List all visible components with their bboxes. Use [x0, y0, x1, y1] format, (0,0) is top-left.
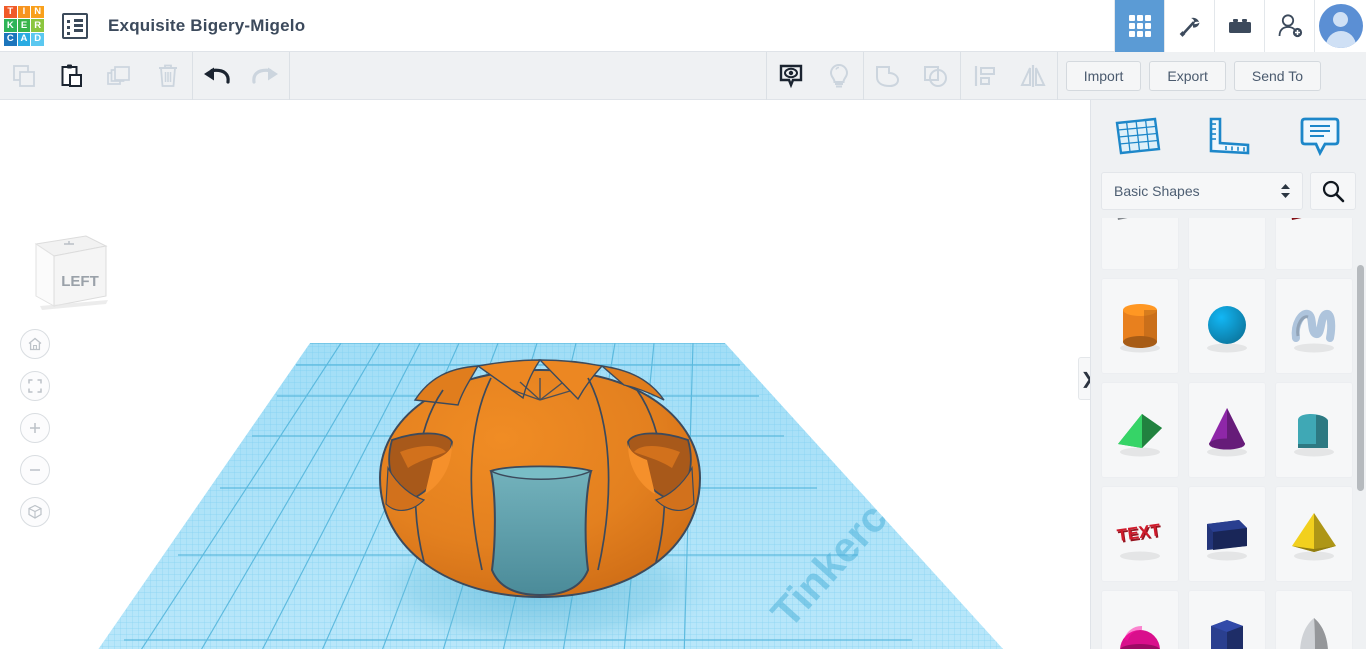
- logo-tile-c: C: [4, 33, 17, 46]
- zoom-out-icon[interactable]: [20, 455, 50, 485]
- shape-category-value: Basic Shapes: [1114, 183, 1200, 199]
- search-icon: [1321, 179, 1345, 203]
- notes-icon[interactable]: [1274, 100, 1366, 172]
- duplicate-icon[interactable]: [96, 52, 144, 100]
- shape-category-select[interactable]: Basic Shapes: [1101, 172, 1303, 210]
- group-icon[interactable]: [864, 52, 912, 100]
- pickaxe-icon[interactable]: [1164, 0, 1214, 52]
- shape-red-wedge[interactable]: [1275, 218, 1353, 270]
- logo-tile-d: D: [31, 33, 44, 46]
- shape-yellow-pyramid[interactable]: [1275, 486, 1353, 582]
- shape-gray-wedge[interactable]: [1101, 218, 1179, 270]
- shape-navy-hexprism[interactable]: [1188, 590, 1266, 649]
- import-button[interactable]: Import: [1066, 61, 1142, 91]
- redo-icon[interactable]: [241, 52, 289, 100]
- view-navigation-controls: [20, 329, 50, 527]
- design-title[interactable]: Exquisite Bigery-Migelo: [108, 16, 305, 36]
- header-actions: [1114, 0, 1366, 52]
- view-cube-label: LEFT: [61, 273, 99, 290]
- history-tools: [193, 52, 289, 100]
- io-buttons: Import Export Send To: [1058, 61, 1366, 91]
- export-button[interactable]: Export: [1149, 61, 1225, 91]
- workplane-icon[interactable]: [1091, 100, 1183, 172]
- ortho-perspective-icon[interactable]: [20, 497, 50, 527]
- tinkercad-logo[interactable]: TIN KER CAD: [4, 6, 44, 46]
- shape-teal-roof[interactable]: [1275, 382, 1353, 478]
- shape-purple-cone[interactable]: [1188, 382, 1266, 478]
- 3d-viewport[interactable]: Tinkercad: [0, 100, 1090, 649]
- panel-tool-icons: [1091, 100, 1366, 172]
- gallery-grid-icon[interactable]: [1114, 0, 1164, 52]
- paste-icon[interactable]: [48, 52, 96, 100]
- logo-tile-e: E: [18, 19, 31, 32]
- undo-icon[interactable]: [193, 52, 241, 100]
- edit-toolbar: Import Export Send To: [0, 52, 1366, 100]
- shape-red-text[interactable]: TEXTTEXT: [1101, 486, 1179, 582]
- shape-blue-sphere[interactable]: [1188, 278, 1266, 374]
- zoom-in-icon[interactable]: [20, 413, 50, 443]
- shapes-panel: Basic Shapes TEXTTEXT: [1090, 100, 1366, 649]
- lego-brick-icon[interactable]: [1214, 0, 1264, 52]
- copy-icon[interactable]: [0, 52, 48, 100]
- shapes-scroll-area[interactable]: TEXTTEXT: [1091, 218, 1366, 649]
- send-to-button[interactable]: Send To: [1234, 61, 1321, 91]
- shapes-scrollbar-thumb[interactable]: [1357, 265, 1364, 491]
- align-icon[interactable]: [961, 52, 1009, 100]
- shape-orange-cylinder[interactable]: [1101, 278, 1179, 374]
- lightbulb-icon[interactable]: [815, 52, 863, 100]
- top-header-bar: TIN KER CAD Exquisite Bigery-Migelo: [0, 0, 1366, 52]
- fit-all-icon[interactable]: [20, 371, 50, 401]
- search-shapes-button[interactable]: [1310, 172, 1356, 210]
- logo-tile-t: T: [4, 6, 17, 19]
- list-properties-icon[interactable]: [62, 13, 88, 39]
- view-tools: [767, 52, 1057, 100]
- logo-tile-a: A: [18, 33, 31, 46]
- home-view-icon[interactable]: [20, 329, 50, 359]
- show-hide-eye-icon[interactable]: [767, 52, 815, 100]
- shape-green-wedge[interactable]: [1101, 382, 1179, 478]
- logo-tile-i: I: [18, 6, 31, 19]
- shape-magenta-hemisphere[interactable]: [1101, 590, 1179, 649]
- invite-user-icon[interactable]: [1264, 0, 1314, 52]
- view-cube[interactable]: LEFT: [28, 222, 114, 319]
- mirror-flip-icon[interactable]: [1009, 52, 1057, 100]
- tinkercad-editor: TIN KER CAD Exquisite Bigery-Migelo: [0, 0, 1366, 649]
- logo-tile-r: R: [31, 19, 44, 32]
- shape-white-paraboloid[interactable]: [1275, 590, 1353, 649]
- ungroup-icon[interactable]: [912, 52, 960, 100]
- shape-gray-dome[interactable]: [1188, 218, 1266, 270]
- shape-library-controls: Basic Shapes: [1091, 172, 1366, 210]
- shape-navy-box[interactable]: [1188, 486, 1266, 582]
- delete-icon[interactable]: [144, 52, 192, 100]
- logo-tile-n: N: [31, 6, 44, 19]
- toolbar-divider-2: [289, 52, 290, 100]
- clipboard-tools: [0, 52, 192, 100]
- logo-tile-k: K: [4, 19, 17, 32]
- shape-blue-scribble[interactable]: [1275, 278, 1353, 374]
- spinner-arrows-icon: [1281, 184, 1290, 198]
- user-avatar[interactable]: [1314, 0, 1366, 52]
- ruler-icon[interactable]: [1183, 100, 1275, 172]
